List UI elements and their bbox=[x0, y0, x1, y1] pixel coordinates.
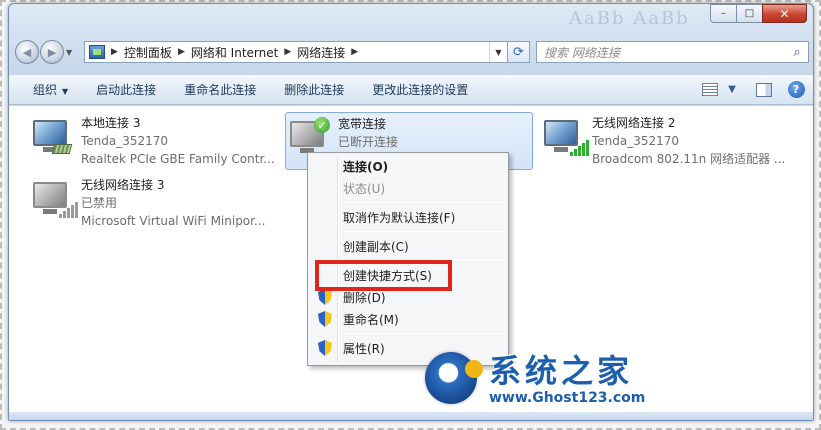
breadcrumb-network-connections[interactable]: 网络连接 ▶ bbox=[297, 44, 358, 61]
connection-name: 宽带连接 bbox=[338, 117, 387, 131]
address-history-dropdown[interactable]: ▼ bbox=[489, 42, 507, 62]
signal-bars-icon bbox=[570, 140, 590, 156]
menu-item-connect[interactable]: 连接(O) bbox=[310, 155, 506, 177]
ethernet-plug-icon bbox=[51, 144, 73, 154]
refresh-button[interactable]: ⟳ bbox=[507, 42, 529, 62]
wireless-network-icon bbox=[542, 114, 589, 158]
forward-button[interactable]: ▶ bbox=[40, 40, 64, 64]
organize-label: 组织 bbox=[33, 83, 58, 97]
back-arrow-icon: ◀ bbox=[22, 45, 32, 59]
connection-item-local-3[interactable]: 本地连接 3 Tenda_352170 Realtek PCIe GBE Fam… bbox=[31, 114, 275, 168]
preview-pane-button[interactable] bbox=[755, 82, 773, 98]
connection-name: 本地连接 3 bbox=[81, 116, 141, 130]
menu-item-status[interactable]: 状态(U) bbox=[310, 177, 506, 199]
connection-name: 无线网络连接 3 bbox=[81, 178, 165, 192]
monitor-stand bbox=[43, 209, 57, 214]
menu-separator bbox=[343, 333, 504, 334]
caption-buttons: – □ ✕ bbox=[710, 4, 807, 23]
connection-adapter: Microsoft Virtual WiFi Minipor... bbox=[81, 214, 266, 228]
breadcrumb-label: 网络连接 bbox=[297, 45, 346, 60]
maximize-button[interactable]: □ bbox=[736, 4, 763, 23]
connection-item-wireless-3[interactable]: 无线网络连接 3 已禁用 Microsoft Virtual WiFi Mini… bbox=[31, 176, 265, 230]
recent-pages-dropdown[interactable]: ▼ bbox=[66, 48, 76, 57]
change-view-button[interactable] bbox=[701, 82, 719, 98]
connection-network: Tenda_352170 bbox=[81, 134, 169, 148]
chevron-right-icon[interactable]: ▶ bbox=[178, 47, 185, 57]
address-bar[interactable]: ▶ 控制面板 ▶ 网络和 Internet ▶ 网络连接 ▶ ▼ ⟳ bbox=[84, 41, 530, 63]
wired-network-icon bbox=[31, 114, 75, 158]
close-button[interactable]: ✕ bbox=[762, 4, 807, 23]
uac-shield-icon bbox=[318, 340, 332, 356]
menu-item-rename[interactable]: 重命名(M) bbox=[310, 308, 506, 330]
menu-item-cancel-default[interactable]: 取消作为默认连接(F) bbox=[310, 206, 506, 228]
menu-separator bbox=[343, 231, 504, 232]
search-input[interactable]: 搜索 网络连接 bbox=[544, 44, 786, 61]
connection-adapter: Realtek PCIe GBE Family Contr... bbox=[81, 152, 275, 166]
rename-connection-button[interactable]: 重命名此连接 bbox=[184, 81, 256, 98]
background-watermark: AaBb AaBb bbox=[569, 8, 690, 29]
menu-item-label: 重命名(M) bbox=[343, 312, 399, 327]
command-toolbar: 组织 ▼ 启动此连接 重命名此连接 删除此连接 更改此连接的设置 ▼ ? bbox=[9, 74, 813, 105]
breadcrumb-label: 网络和 Internet bbox=[190, 45, 279, 60]
menu-separator bbox=[343, 202, 504, 203]
connection-adapter: Broadcom 802.11n 网络适配器 ... bbox=[592, 152, 786, 166]
chevron-down-icon: ▼ bbox=[728, 84, 736, 95]
preview-pane-icon bbox=[756, 82, 772, 97]
refresh-icon: ⟳ bbox=[513, 44, 524, 60]
search-icon[interactable]: ⌕ bbox=[786, 45, 808, 60]
navigation-row: ◀ ▶ ▼ ▶ 控制面板 ▶ 网络和 Internet ▶ 网络连接 ▶ ▼ ⟳ 搜索… bbox=[15, 38, 809, 66]
connection-item-wireless-2[interactable]: 无线网络连接 2 Tenda_352170 Broadcom 802.11n 网… bbox=[542, 114, 785, 168]
site-logo-icon bbox=[425, 352, 483, 404]
context-menu: 连接(O) 状态(U) 取消作为默认连接(F) 创建副本(C) 创建快捷方式(S… bbox=[307, 152, 509, 366]
breadcrumb-control-panel[interactable]: 控制面板 ▶ bbox=[124, 44, 185, 61]
organize-button[interactable]: 组织 ▼ bbox=[33, 81, 68, 98]
site-watermark-logo: 系统之家 www.Ghost123.com bbox=[425, 352, 645, 406]
site-name: 系统之家 bbox=[489, 352, 634, 390]
uac-shield-icon bbox=[318, 311, 332, 327]
chevron-right-icon[interactable]: ▶ bbox=[351, 47, 358, 57]
wireless-disabled-icon bbox=[31, 176, 78, 220]
menu-item-label: 属性(R) bbox=[343, 341, 385, 356]
breadcrumb-root-arrow[interactable]: ▶ bbox=[111, 47, 118, 57]
help-icon: ? bbox=[787, 81, 805, 98]
menu-item-create-copy[interactable]: 创建副本(C) bbox=[310, 235, 506, 257]
control-panel-icon bbox=[89, 45, 105, 59]
minimize-button[interactable]: – bbox=[710, 4, 737, 23]
breadcrumb-network-internet[interactable]: 网络和 Internet ▶ bbox=[191, 44, 291, 61]
chevron-right-icon[interactable]: ▶ bbox=[284, 47, 291, 57]
uac-shield-icon bbox=[318, 289, 332, 305]
connection-network: Tenda_352170 bbox=[592, 134, 680, 148]
signal-bars-icon bbox=[59, 202, 79, 218]
search-box[interactable]: 搜索 网络连接 ⌕ bbox=[536, 41, 809, 63]
connection-status: 已禁用 bbox=[81, 196, 118, 210]
site-url: www.Ghost123.com bbox=[489, 390, 646, 406]
views-icon bbox=[702, 83, 718, 96]
monitor-shape bbox=[33, 120, 67, 146]
help-button[interactable]: ? bbox=[787, 81, 805, 98]
connection-name: 无线网络连接 2 bbox=[592, 116, 676, 130]
change-settings-button[interactable]: 更改此连接的设置 bbox=[372, 81, 468, 98]
default-connection-check-icon: ✓ bbox=[314, 117, 330, 133]
menu-item-label: 删除(D) bbox=[343, 290, 386, 305]
toolbar-right-group: ▼ ? bbox=[687, 81, 805, 98]
enable-connection-button[interactable]: 启动此连接 bbox=[96, 81, 156, 98]
view-options-dropdown[interactable]: ▼ bbox=[723, 82, 741, 98]
address-bar-end: ▼ ⟳ bbox=[489, 42, 529, 62]
monitor-stand bbox=[554, 147, 568, 152]
delete-connection-button[interactable]: 删除此连接 bbox=[284, 81, 344, 98]
breadcrumb-label: 控制面板 bbox=[123, 45, 172, 60]
forward-arrow-icon: ▶ bbox=[47, 45, 57, 59]
connection-status: 已断开连接 bbox=[338, 135, 399, 149]
annotation-highlight-box bbox=[315, 260, 452, 291]
window-bottom-edge bbox=[9, 412, 813, 420]
chevron-down-icon: ▼ bbox=[62, 87, 69, 96]
back-button[interactable]: ◀ bbox=[15, 40, 39, 64]
